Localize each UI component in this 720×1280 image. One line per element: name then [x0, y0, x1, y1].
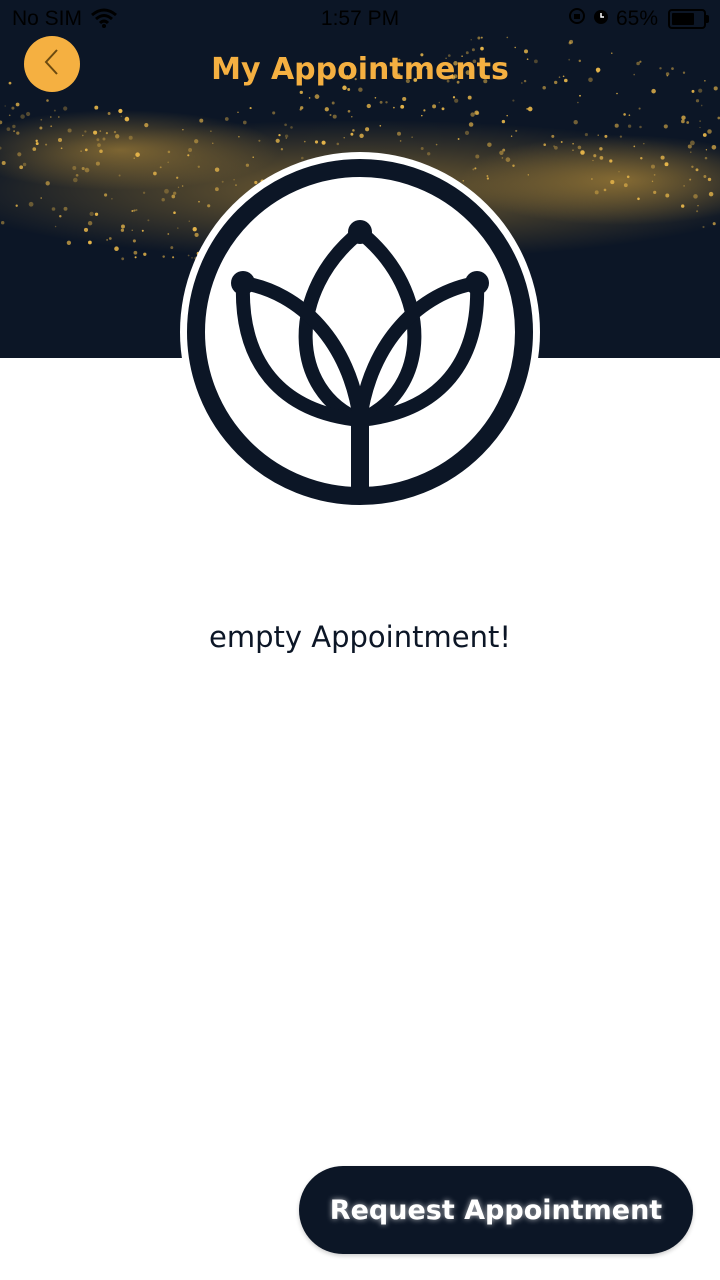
alarm-icon: [592, 7, 610, 31]
status-right: 65%: [568, 7, 709, 31]
lotus-logo: [180, 152, 540, 512]
page-title: My Appointments: [211, 52, 509, 87]
battery-icon: [668, 9, 709, 29]
request-appointment-button[interactable]: Request Appointment: [299, 1166, 693, 1254]
lock-rotation-icon: [568, 7, 586, 31]
empty-message: empty Appointment!: [209, 620, 511, 654]
status-bar: No SIM 1:57 PM 65%: [0, 0, 720, 38]
battery-percent: 65%: [615, 7, 658, 30]
